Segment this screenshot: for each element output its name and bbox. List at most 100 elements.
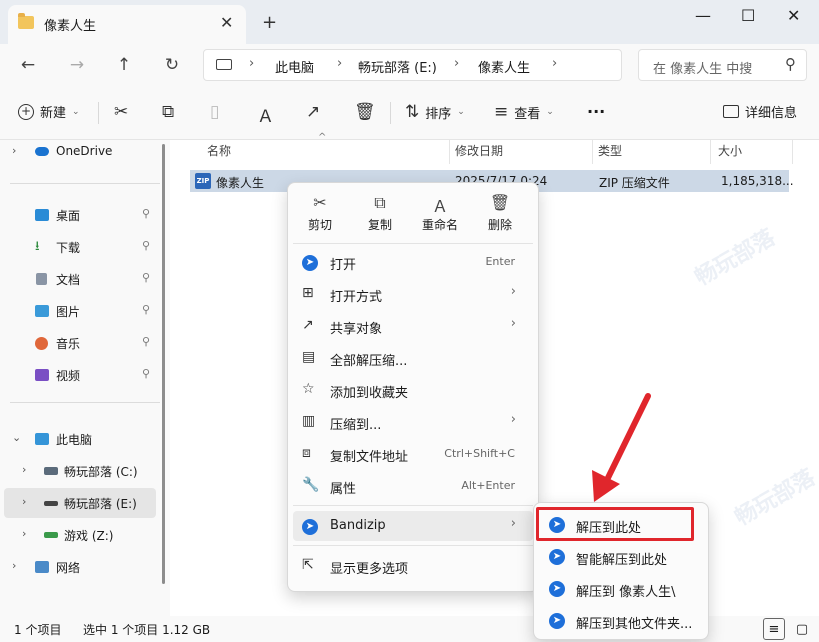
sidebar-scrollbar[interactable] bbox=[162, 144, 165, 584]
copy-label: 复制 bbox=[367, 218, 392, 232]
copy-button[interactable]: ⧉ bbox=[162, 102, 174, 122]
scissors-icon: ✂ bbox=[114, 102, 129, 122]
trash-icon: 🗑 bbox=[489, 193, 511, 212]
column-divider[interactable] bbox=[792, 140, 793, 164]
search-input[interactable]: 在 像素人生 中搜 bbox=[653, 58, 752, 77]
submenu-item-label: 解压到此处 bbox=[576, 521, 642, 536]
sort-caret-icon: ^ bbox=[318, 132, 327, 143]
sidebar-item-drive-c[interactable]: › 畅玩部落 (C:) bbox=[0, 456, 160, 486]
sidebar-item-network[interactable]: › 网络 bbox=[0, 552, 160, 582]
submenu-item-extract-to-folder[interactable]: ➤ 解压到 像素人生\ bbox=[539, 574, 705, 604]
sidebar-item-videos[interactable]: 视频 ⚲ bbox=[0, 360, 160, 390]
breadcrumb-drive-e[interactable]: 畅玩部落 (E:) bbox=[358, 57, 437, 76]
view-button[interactable]: ≡ 查看 ⌄ bbox=[494, 102, 554, 122]
submenu-item-label: 解压到 像素人生\ bbox=[576, 585, 676, 600]
submenu-item-label: 解压到其他文件夹... bbox=[576, 617, 693, 632]
search-box[interactable]: 在 像素人生 中搜 ⚲ bbox=[638, 49, 807, 81]
new-button[interactable]: + 新建 ⌄ bbox=[18, 102, 80, 121]
sort-label: 排序 bbox=[425, 106, 452, 122]
menu-divider bbox=[293, 505, 533, 506]
menu-item-label: 添加到收藏夹 bbox=[330, 386, 409, 401]
sidebar-item-desktop[interactable]: 桌面 ⚲ bbox=[0, 200, 160, 230]
toolbar-divider bbox=[390, 102, 391, 124]
share-button[interactable]: ↗ bbox=[306, 102, 320, 122]
maximize-button[interactable]: ☐ bbox=[741, 6, 755, 25]
details-pane-button[interactable]: 详细信息 bbox=[723, 102, 797, 121]
file-name: 像素人生 bbox=[216, 176, 265, 190]
cut-button[interactable]: ✂ bbox=[114, 102, 128, 122]
sidebar-item-downloads[interactable]: ⭳ 下载 ⚲ bbox=[0, 232, 160, 262]
menu-item-open-with[interactable]: ⊞ 打开方式 › bbox=[293, 279, 533, 309]
watermark-text: 畅玩部落 bbox=[730, 465, 819, 531]
breadcrumb-current-folder[interactable]: 像素人生 bbox=[478, 57, 530, 76]
submenu-item-smart-extract[interactable]: ➤ 智能解压到此处 bbox=[539, 542, 705, 572]
forward-button[interactable]: → bbox=[62, 51, 92, 79]
navigation-bar: ← → ↑ ↻ › 此电脑 › 畅玩部落 (E:) › 像素人生 › 在 像素人… bbox=[0, 44, 819, 86]
rename-button[interactable]: Ａ bbox=[257, 102, 274, 127]
toolbar-divider bbox=[98, 102, 99, 124]
menu-item-more-options[interactable]: ⇱ 显示更多选项 bbox=[293, 551, 533, 581]
wrench-icon: 🔧 bbox=[302, 477, 320, 493]
sidebar-item-documents[interactable]: 文档 ⚲ bbox=[0, 264, 160, 294]
column-divider[interactable] bbox=[592, 140, 593, 164]
delete-button[interactable]: 🗑 bbox=[354, 102, 376, 122]
submenu-item-extract-here[interactable]: ➤ 解压到此处 bbox=[539, 510, 705, 540]
sidebar-item-label: 此电脑 bbox=[56, 433, 93, 447]
sidebar-item-drive-z[interactable]: › 游戏 (Z:) bbox=[0, 520, 160, 550]
breadcrumb-this-pc[interactable]: 此电脑 bbox=[275, 57, 314, 76]
menu-item-label: 共享对象 bbox=[330, 322, 383, 337]
view-label: 查看 bbox=[514, 106, 541, 122]
menu-item-add-favorites[interactable]: ☆ 添加到收藏夹 bbox=[293, 375, 533, 405]
column-header-modified[interactable]: 修改日期 bbox=[455, 142, 503, 159]
address-bar[interactable]: › 此电脑 › 畅玩部落 (E:) › 像素人生 › bbox=[203, 49, 622, 81]
open-with-icon: ⊞ bbox=[302, 285, 314, 301]
menu-item-properties[interactable]: 🔧 属性 Alt+Enter bbox=[293, 471, 533, 501]
pin-icon: ⚲ bbox=[142, 239, 151, 252]
cut-action[interactable]: ✂ 剪切 bbox=[292, 193, 348, 237]
refresh-button[interactable]: ↻ bbox=[157, 51, 187, 79]
up-button[interactable]: ↑ bbox=[109, 51, 139, 79]
minimize-button[interactable]: — bbox=[695, 6, 711, 25]
menu-item-extract-all[interactable]: ▤ 全部解压缩... bbox=[293, 343, 533, 373]
sidebar-item-onedrive[interactable]: › OneDrive bbox=[0, 137, 160, 167]
new-tab-button[interactable]: + bbox=[262, 12, 277, 33]
delete-label: 删除 bbox=[487, 218, 512, 232]
sidebar-item-label: 畅玩部落 (C:) bbox=[64, 465, 138, 479]
column-divider[interactable] bbox=[449, 140, 450, 164]
column-header-name[interactable]: 名称 bbox=[207, 142, 231, 159]
menu-item-compress-to[interactable]: ▥ 压缩到... › bbox=[293, 407, 533, 437]
menu-item-share[interactable]: ↗ 共享对象 › bbox=[293, 311, 533, 341]
sidebar-item-this-pc[interactable]: ⌄ 此电脑 bbox=[0, 424, 160, 454]
sort-button[interactable]: ⇅ 排序 ⌄ bbox=[405, 102, 465, 122]
column-header-size[interactable]: 大小 bbox=[718, 142, 742, 159]
menu-item-open[interactable]: ➤ 打开 Enter bbox=[293, 247, 533, 277]
tab-current[interactable]: 像素人生 ✕ bbox=[8, 5, 246, 44]
details-pane-icon bbox=[723, 105, 739, 118]
paste-button[interactable]: ▯ bbox=[210, 102, 219, 122]
back-button[interactable]: ← bbox=[13, 51, 43, 79]
column-divider[interactable] bbox=[710, 140, 711, 164]
column-header-type[interactable]: 类型 bbox=[598, 142, 622, 159]
computer-icon bbox=[35, 433, 49, 445]
submenu-item-extract-other[interactable]: ➤ 解压到其他文件夹... bbox=[539, 606, 705, 636]
menu-item-bandizip[interactable]: ➤ Bandizip › bbox=[293, 511, 533, 541]
details-view-icon[interactable]: ≡ bbox=[763, 618, 785, 640]
menu-item-copy-path[interactable]: ⧈ 复制文件地址 Ctrl+Shift+C bbox=[293, 439, 533, 469]
more-options-button[interactable]: ··· bbox=[587, 102, 605, 121]
sidebar-item-drive-e[interactable]: › 畅玩部落 (E:) bbox=[4, 488, 156, 518]
copy-action[interactable]: ⧉ 复制 bbox=[352, 193, 408, 237]
sidebar-item-pictures[interactable]: 图片 ⚲ bbox=[0, 296, 160, 326]
menu-item-label: 复制文件地址 bbox=[330, 450, 409, 465]
tiles-view-icon[interactable]: ▢ bbox=[791, 618, 813, 640]
chevron-right-icon: › bbox=[22, 463, 27, 476]
menu-item-label: 打开 bbox=[330, 258, 357, 273]
close-window-button[interactable]: ✕ bbox=[787, 6, 800, 25]
delete-action[interactable]: 🗑 删除 bbox=[472, 193, 528, 237]
rename-action[interactable]: Ａ 重命名 bbox=[412, 193, 468, 237]
tab-close-icon[interactable]: ✕ bbox=[220, 13, 233, 32]
sidebar-item-music[interactable]: 音乐 ⚲ bbox=[0, 328, 160, 358]
copy-icon: ⧉ bbox=[162, 102, 175, 122]
chevron-right-icon: › bbox=[510, 316, 516, 331]
sidebar-item-label: 图片 bbox=[56, 305, 81, 319]
breadcrumb-separator: › bbox=[552, 56, 558, 71]
